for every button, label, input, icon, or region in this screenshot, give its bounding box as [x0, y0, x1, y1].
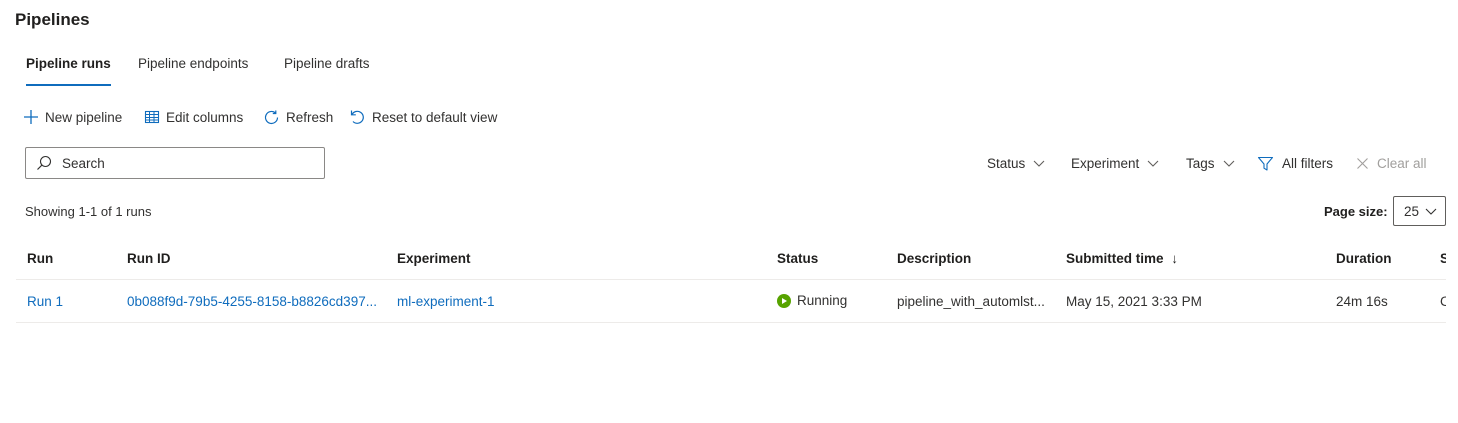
all-filters-button[interactable]: All filters [1257, 152, 1333, 174]
new-pipeline-button[interactable]: New pipeline [23, 106, 122, 128]
submitted-time-cell: May 15, 2021 3:33 PM [1066, 294, 1202, 309]
new-pipeline-label: New pipeline [45, 109, 123, 125]
column-header-truncated[interactable]: S [1440, 251, 1446, 266]
tab-pipeline-endpoints[interactable]: Pipeline endpoints [138, 52, 248, 88]
run-name-link[interactable]: Run 1 [27, 294, 63, 309]
undo-icon [350, 110, 364, 124]
run-id-link[interactable]: 0b088f9d-79b5-4255-8158-b8826cd397... [127, 294, 382, 309]
page-title: Pipelines [15, 10, 90, 29]
chevron-down-icon [1033, 160, 1045, 167]
chevron-down-icon [1425, 208, 1437, 215]
search-icon [37, 155, 52, 170]
page-size-dropdown[interactable]: 25 [1393, 196, 1446, 226]
table-columns-icon [144, 110, 160, 124]
status-text: Running [797, 293, 848, 308]
funnel-icon [1257, 156, 1274, 171]
page-size-label: Page size: [1324, 204, 1388, 219]
status-cell: Running [777, 293, 847, 308]
truncated-cell: C [1440, 294, 1446, 309]
submitted-time-label: Submitted time [1066, 251, 1164, 266]
tab-pipeline-runs[interactable]: Pipeline runs [26, 52, 111, 88]
all-filters-label: All filters [1282, 155, 1334, 171]
chevron-down-icon [1223, 160, 1234, 167]
plus-icon [24, 110, 38, 124]
close-icon [1357, 157, 1368, 169]
reset-view-button[interactable]: Reset to default view [349, 106, 497, 128]
column-header-submitted-time[interactable]: Submitted time ↓ [1066, 251, 1178, 266]
tags-filter[interactable]: Tags [1186, 152, 1235, 174]
column-header-run-id[interactable]: Run ID [127, 251, 171, 266]
column-header-status[interactable]: Status [777, 251, 818, 266]
clear-all-label: Clear all [1377, 155, 1427, 171]
tab-pipeline-drafts[interactable]: Pipeline drafts [284, 52, 370, 88]
experiment-filter[interactable]: Experiment [1071, 152, 1159, 174]
column-header-experiment[interactable]: Experiment [397, 251, 471, 266]
refresh-label: Refresh [286, 109, 334, 125]
search-input[interactable] [60, 154, 300, 172]
results-count: Showing 1-1 of 1 runs [25, 204, 152, 219]
column-header-run[interactable]: Run [27, 251, 53, 266]
experiment-filter-label: Experiment [1071, 155, 1140, 171]
column-header-duration[interactable]: Duration [1336, 251, 1392, 266]
chevron-down-icon [1147, 160, 1159, 167]
refresh-icon [264, 110, 279, 124]
duration-cell: 24m 16s [1336, 294, 1388, 309]
status-filter-label: Status [987, 155, 1026, 171]
experiment-link[interactable]: ml-experiment-1 [397, 294, 495, 309]
running-status-icon [777, 293, 791, 308]
table-header: Run Run ID Experiment Status Description… [16, 240, 1446, 280]
page-size-value: 25 [1404, 203, 1420, 219]
tags-filter-label: Tags [1186, 155, 1215, 171]
clear-all-button[interactable]: Clear all [1356, 152, 1427, 174]
table-row[interactable]: Run 1 0b088f9d-79b5-4255-8158-b8826cd397… [16, 281, 1446, 323]
column-header-description[interactable]: Description [897, 251, 971, 266]
refresh-button[interactable]: Refresh [263, 106, 333, 128]
status-filter[interactable]: Status [987, 152, 1045, 174]
sort-descending-icon: ↓ [1171, 251, 1179, 266]
edit-columns-label: Edit columns [166, 109, 244, 125]
description-cell: pipeline_with_automlst... [897, 294, 1045, 309]
reset-view-label: Reset to default view [372, 109, 498, 125]
search-box[interactable] [25, 147, 325, 179]
edit-columns-button[interactable]: Edit columns [144, 106, 243, 128]
